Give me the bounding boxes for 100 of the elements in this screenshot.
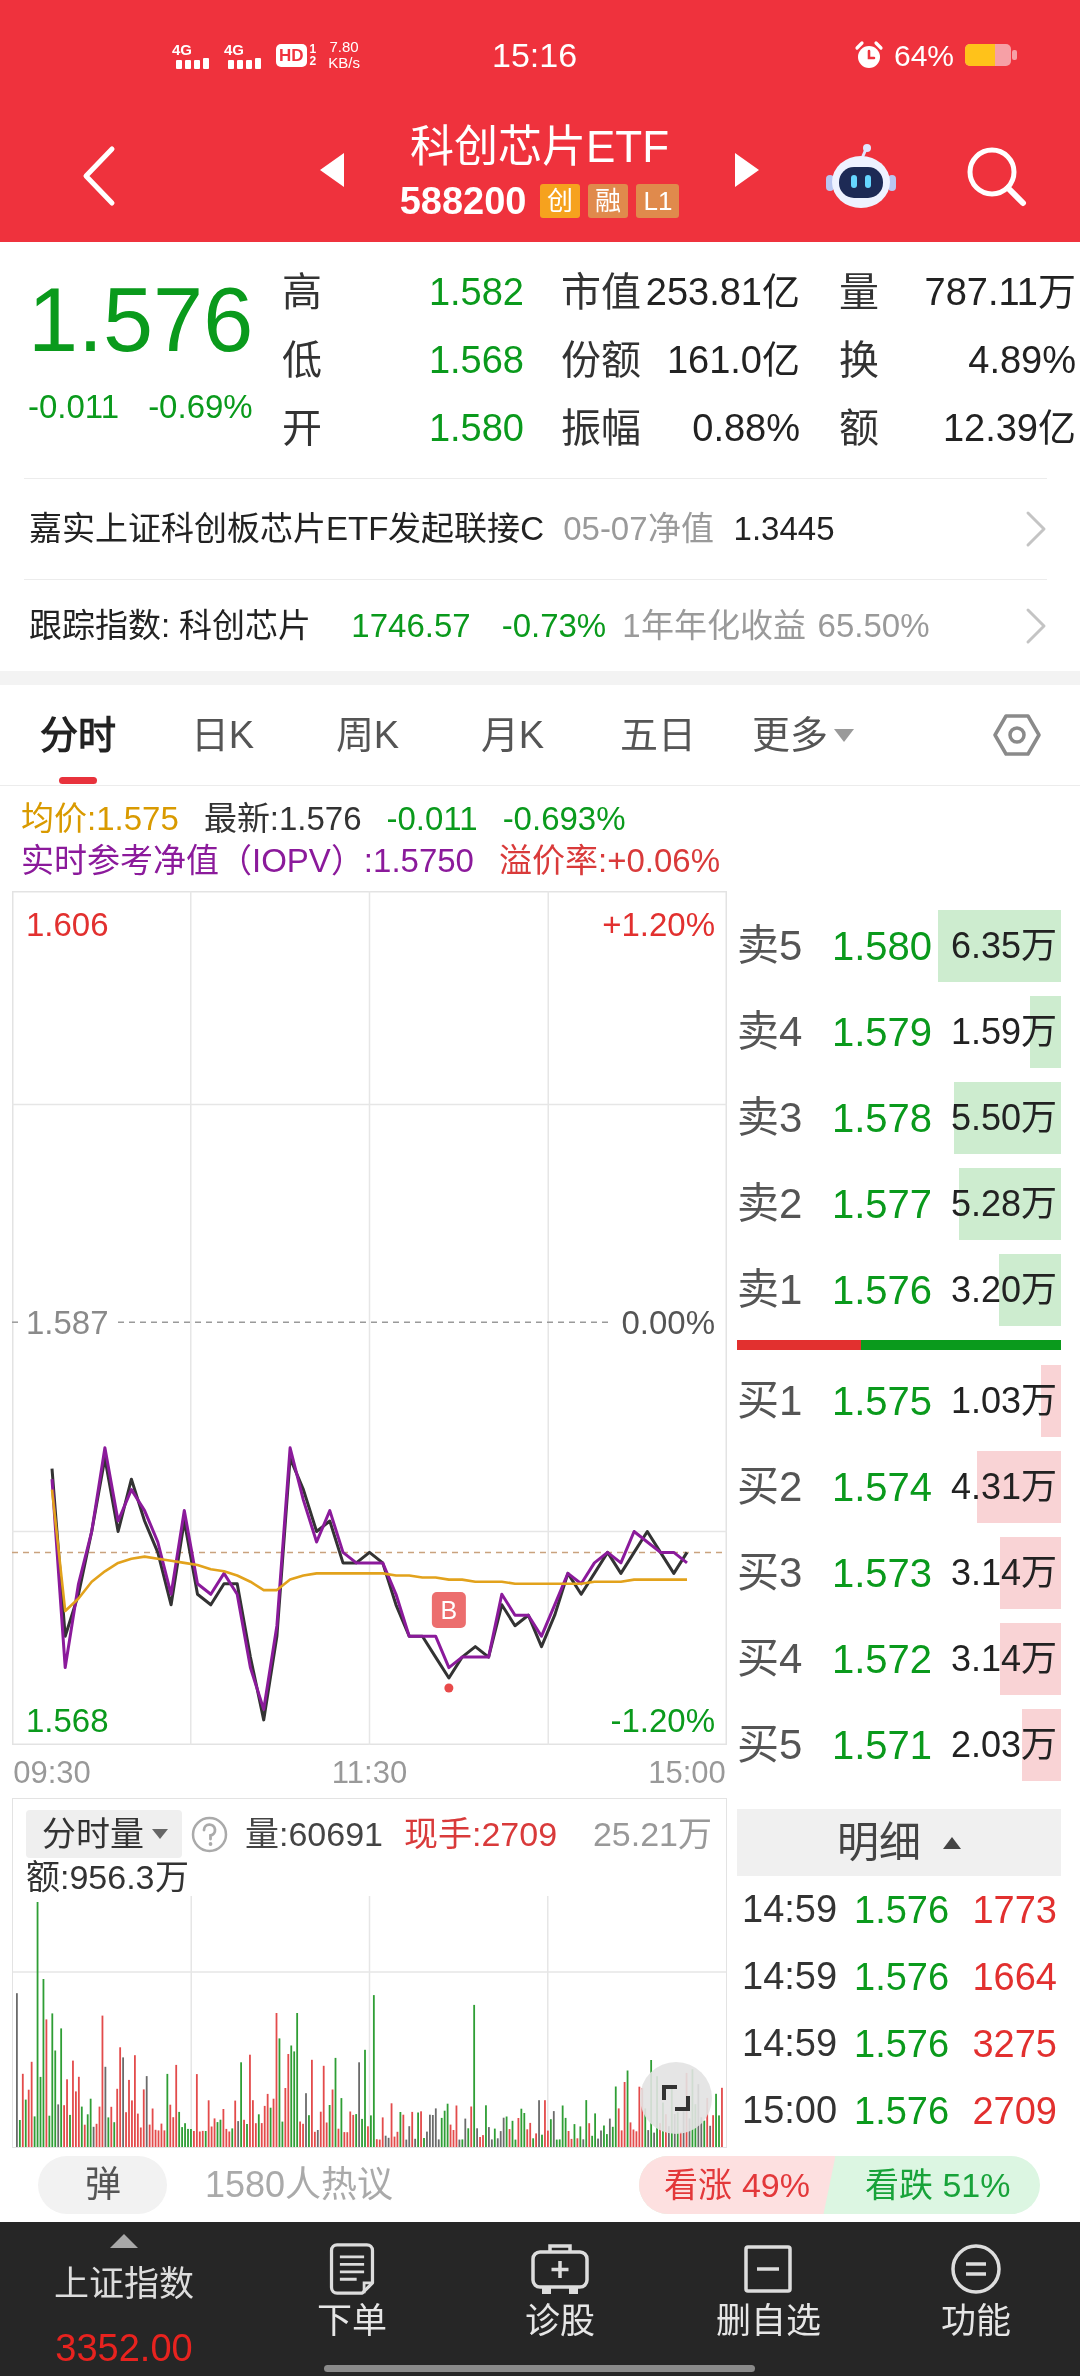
order-volume: 6.35万: [938, 910, 1061, 982]
time-axis-label: 09:30: [13, 1755, 91, 1790]
order-price: 1.580: [832, 923, 934, 970]
index-change: -0.73%: [501, 605, 607, 646]
speed-unit: KB/s: [328, 55, 360, 71]
price-change: -0.011: [28, 387, 120, 427]
chart-tab[interactable]: 日K: [150, 685, 295, 785]
chart-tab[interactable]: 五日: [585, 685, 730, 785]
trade-detail-title: 明细: [837, 1817, 921, 1868]
alarm-icon: [853, 40, 884, 70]
stat-label: 额: [839, 405, 879, 452]
place-order-button[interactable]: 下单: [317, 2242, 387, 2344]
order-price: 1.574: [832, 1464, 934, 1511]
order-label: 卖1: [737, 1265, 804, 1315]
order-label: 买5: [737, 1720, 804, 1770]
stat-label: 振幅: [561, 405, 641, 452]
battery-percent: 64%: [893, 37, 954, 74]
stat-label: 份额: [561, 337, 641, 384]
functions-button[interactable]: 功能: [941, 2242, 1011, 2344]
volume-value: 量:60691: [245, 1813, 383, 1855]
stat-label: 低: [282, 337, 322, 384]
stock-code: 588200: [399, 181, 527, 221]
order-price: 1.578: [832, 1095, 934, 1142]
trade-price: 1.576: [854, 1887, 950, 1933]
network-type-label: 4G: [172, 41, 192, 57]
iopv-value: 实时参考净值（IOPV）:1.5750: [21, 841, 474, 881]
stat-value: 161.0亿: [666, 338, 800, 383]
help-icon[interactable]: [191, 1815, 228, 1853]
volume-selector[interactable]: 分时量: [26, 1810, 182, 1858]
back-icon[interactable]: [81, 145, 117, 207]
stat-label: 市值: [561, 269, 641, 316]
percent-axis-label: 0.00%: [621, 1304, 715, 1342]
settings-icon[interactable]: [993, 713, 1041, 757]
trade-volume: 3275: [972, 2021, 1058, 2067]
fund-name[interactable]: 嘉实上证科创板芯片ETF发起联接C: [29, 504, 545, 554]
stock-title: 科创芯片ETF: [409, 121, 670, 173]
trade-time: 14:59: [742, 1955, 838, 1997]
order-label: 卖2: [737, 1179, 804, 1229]
order-price: 1.579: [832, 1009, 934, 1056]
stat-value: 12.39亿: [942, 406, 1076, 451]
trade-volume: 2709: [972, 2088, 1058, 2134]
remove-watchlist-button[interactable]: 删自选: [715, 2242, 821, 2344]
right-triangle-icon[interactable]: [735, 153, 759, 187]
turnover-amount: 额:956.3万: [25, 1858, 190, 1896]
index-value: 1746.57: [351, 605, 471, 646]
trade-time: 14:59: [742, 1888, 838, 1930]
bullet-comment-button[interactable]: 弹: [38, 2156, 167, 2214]
last-price: 1.576: [28, 275, 255, 365]
latest-price: 最新:1.576: [203, 799, 362, 839]
trade-time: 15:00: [742, 2089, 838, 2131]
nav-date-label: 05-07净值: [563, 509, 714, 550]
trade-price: 1.576: [854, 2021, 950, 2067]
stat-value: 787.11万: [924, 270, 1076, 315]
caret-icon: [943, 1836, 961, 1849]
stock-tag: L1: [636, 184, 680, 218]
sim-slot-label: 2: [309, 55, 317, 67]
price-axis-label: 1.568: [26, 1701, 109, 1739]
chart-tab[interactable]: 周K: [295, 685, 440, 785]
index-name[interactable]: 上证指数: [54, 2262, 194, 2306]
percent-axis-label: -1.20%: [610, 1701, 715, 1739]
hd-badge: HD: [276, 43, 307, 67]
menu-icon: [950, 2243, 1002, 2295]
tracking-index-label[interactable]: 跟踪指数: 科创芯片: [29, 600, 312, 651]
order-label: 卖4: [737, 1007, 804, 1057]
minus-square-icon: [743, 2244, 793, 2294]
trade-time: 14:59: [742, 2022, 838, 2064]
chart-tab[interactable]: 更多: [730, 685, 875, 785]
stat-value: 253.81亿: [645, 270, 800, 315]
trade-detail-header[interactable]: 明细: [737, 1809, 1061, 1876]
chart-tab[interactable]: 分时: [5, 685, 150, 785]
expand-icon[interactable]: [640, 2062, 712, 2134]
robot-icon[interactable]: [825, 143, 897, 209]
stat-label: 量: [839, 269, 879, 316]
order-price: 1.572: [832, 1636, 934, 1683]
percent-change: -0.693%: [502, 799, 626, 839]
percent-axis-label: +1.20%: [602, 906, 715, 944]
diagnose-button[interactable]: 诊股: [525, 2242, 595, 2344]
order-price: 1.571: [832, 1722, 934, 1769]
stat-label: 换: [839, 337, 879, 384]
trade-price: 1.576: [854, 1954, 950, 2000]
discussion-count: 1580人热议: [205, 2163, 394, 2207]
order-label: 卖3: [737, 1093, 804, 1143]
index-value: 3352.00: [55, 2326, 193, 2370]
status-time: 15:16: [492, 34, 578, 76]
left-triangle-icon[interactable]: [320, 153, 344, 187]
current-volume: 现手:2709: [404, 1813, 558, 1855]
percent-change: -0.69%: [148, 387, 253, 427]
stat-value: 1.582: [428, 270, 524, 315]
search-icon[interactable]: [965, 145, 1027, 207]
chart-tab[interactable]: 月K: [440, 685, 585, 785]
trade-price: 1.576: [854, 2088, 950, 2134]
order-label: 买2: [737, 1462, 804, 1512]
stat-value: 0.88%: [692, 406, 800, 451]
price-axis-label: 1.606: [26, 906, 109, 944]
order-label: 卖5: [737, 921, 804, 971]
nav-value: 1.3445: [733, 509, 835, 550]
sim-slot-label: 1: [309, 43, 317, 55]
document-icon: [328, 2242, 376, 2296]
trade-volume: 1773: [972, 1887, 1058, 1933]
volume-axis-label: 25.21万: [592, 1813, 712, 1855]
